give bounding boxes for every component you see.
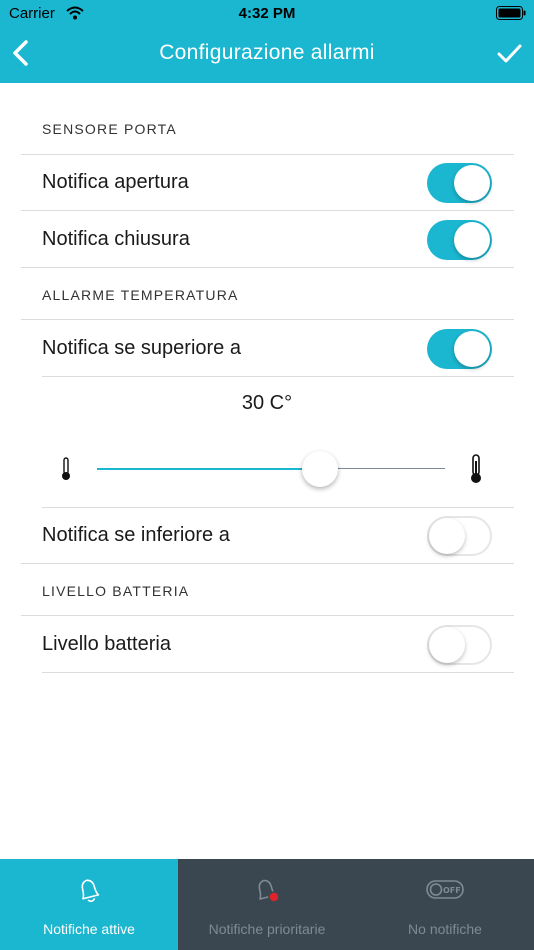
divider <box>21 563 514 564</box>
bell-alert-icon <box>258 879 280 903</box>
row-label-above-threshold: Notifica se superiore a <box>42 337 241 359</box>
section-header-battery: LIVELLO BATTERIA <box>42 583 190 599</box>
toggle-close-notification[interactable] <box>427 220 492 260</box>
svg-text:OFF: OFF <box>443 886 461 895</box>
temperature-value: 30 C° <box>241 392 293 414</box>
divider <box>42 507 514 508</box>
toggle-knob <box>454 331 490 367</box>
slider-track-filled <box>97 468 320 470</box>
divider <box>42 376 514 377</box>
temperature-slider[interactable] <box>97 448 445 490</box>
thermometer-low-icon <box>62 457 70 480</box>
tab-priority-notifications[interactable]: Notifiche prioritarie <box>178 859 356 950</box>
toggle-open-notification[interactable] <box>427 163 492 203</box>
tab-no-notifications[interactable]: OFF No notifiche <box>356 859 534 950</box>
row-label-battery-level: Livello batteria <box>42 633 171 655</box>
divider <box>42 672 514 673</box>
divider <box>21 210 514 211</box>
toggle-knob <box>429 518 465 554</box>
slider-thumb[interactable] <box>302 451 338 487</box>
battery-icon <box>496 6 526 20</box>
tab-label: No notifiche <box>408 921 482 937</box>
tab-active-notifications[interactable]: Notifiche attive <box>0 859 178 950</box>
page-title: Configurazione allarmi <box>159 41 375 64</box>
tab-label: Notifiche attive <box>43 921 135 937</box>
row-label-close-notification: Notifica chiusura <box>42 228 190 250</box>
checkmark-icon[interactable] <box>492 36 526 70</box>
off-switch-icon: OFF <box>426 880 464 899</box>
divider <box>21 615 514 616</box>
toggle-above-threshold[interactable] <box>427 329 492 369</box>
bell-icon <box>81 879 100 903</box>
section-header-temperature: ALLARME TEMPERATURA <box>42 287 239 303</box>
toggle-below-threshold[interactable] <box>427 516 492 556</box>
toggle-battery-level[interactable] <box>427 625 492 665</box>
tab-bar: Notifiche attive Notifiche prioritarie O… <box>0 859 534 950</box>
nav-bar: Configurazione allarmi <box>0 30 534 78</box>
toggle-knob <box>454 222 490 258</box>
divider <box>21 319 514 320</box>
divider <box>21 154 514 155</box>
slider-track <box>320 468 445 469</box>
toggle-knob <box>454 165 490 201</box>
clock: 4:32 PM <box>238 5 296 22</box>
header-bar: Carrier 4:32 PM Configurazione allarmi <box>0 0 534 83</box>
tab-label: Notifiche prioritarie <box>208 921 326 937</box>
row-label-open-notification: Notifica apertura <box>42 171 189 193</box>
status-bar: Carrier 4:32 PM <box>0 0 534 28</box>
thermometer-high-icon <box>471 454 481 483</box>
divider <box>21 267 514 268</box>
section-header-door: SENSORE PORTA <box>42 121 177 137</box>
row-label-below-threshold: Notifica se inferiore a <box>42 524 230 546</box>
toggle-knob <box>429 627 465 663</box>
